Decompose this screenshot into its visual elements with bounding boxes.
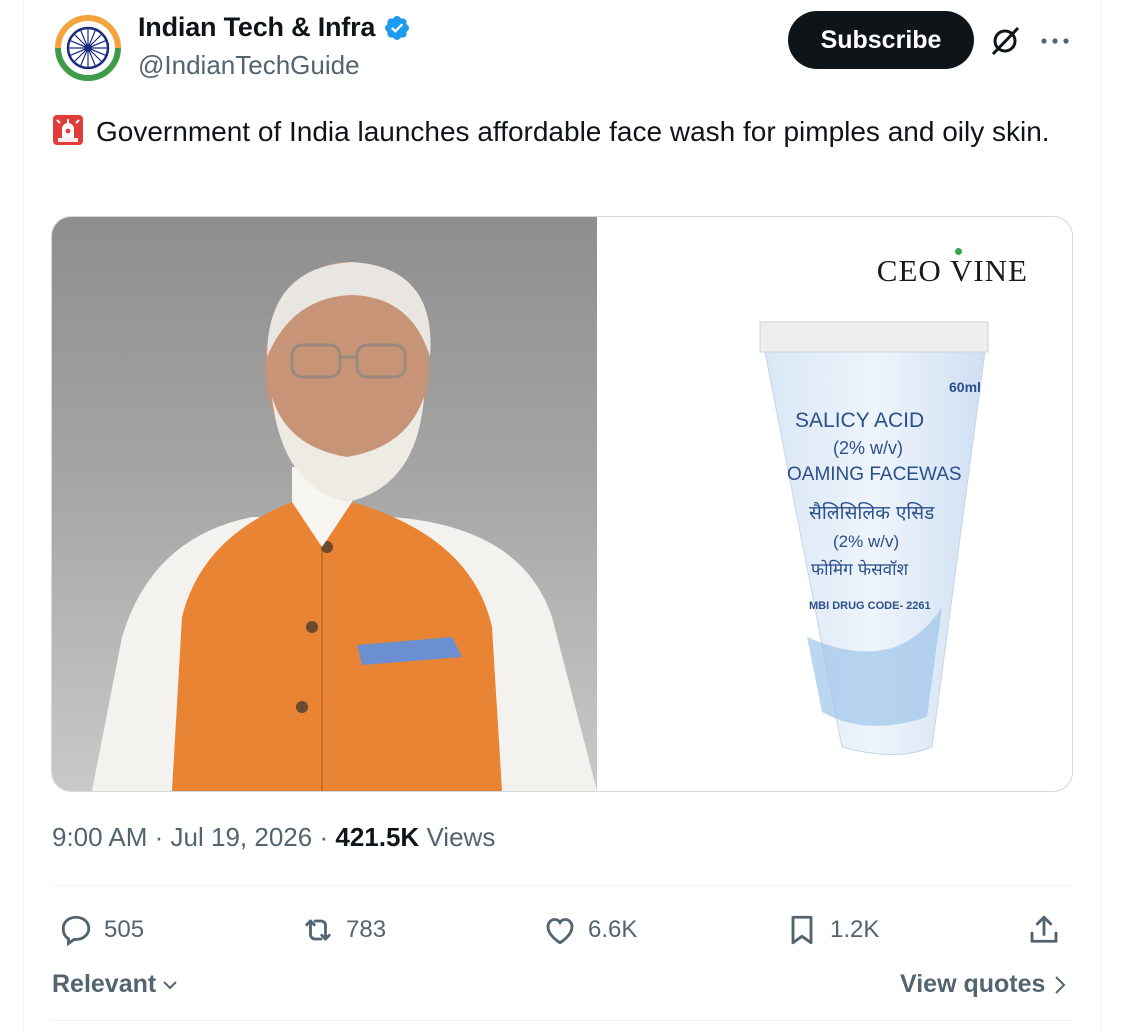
chevron-right-icon — [1055, 975, 1066, 994]
tube-line-6: फोमिंग फेसवॉश — [811, 559, 909, 580]
views-count: 421.5K — [335, 822, 420, 852]
divider-top — [52, 885, 1072, 886]
share-button[interactable] — [1026, 908, 1062, 952]
reply-count: 505 — [104, 916, 145, 943]
share-icon — [1030, 915, 1058, 943]
tweet-time[interactable]: 9:00 AM — [52, 822, 147, 852]
more-icon[interactable] — [1040, 36, 1070, 46]
media-photo-product: CEO VINE 60ml SALICY ACID (2% w/v) OAMIN… — [597, 217, 1072, 791]
media-photo-person — [52, 217, 597, 791]
frame-border-right — [1100, 0, 1101, 1032]
subscribe-button[interactable]: Subscribe — [788, 11, 974, 69]
meta-separator: · — [319, 822, 329, 852]
tube-line-1: SALICY ACID — [795, 409, 924, 432]
sort-label: Relevant — [52, 970, 157, 998]
divider-bottom — [52, 1020, 1072, 1021]
frame-border-left — [23, 0, 24, 1032]
author-display-name[interactable]: Indian Tech & Infra — [138, 12, 375, 43]
ashoka-chakra-avatar-icon — [52, 12, 124, 84]
siren-icon — [53, 115, 83, 145]
view-quotes-link[interactable]: View quotes — [900, 970, 1067, 999]
bookmark-icon — [791, 915, 813, 945]
tweet-text: Government of India launches affordable … — [52, 110, 1062, 153]
view-quotes-label: View quotes — [900, 970, 1046, 998]
tube-line-5: (2% w/v) — [833, 532, 899, 551]
tweet-meta: 9:00 AM · Jul 19, 2026 · 421.5K Views — [52, 822, 495, 853]
like-button[interactable]: 6.6K — [542, 908, 637, 952]
repost-button[interactable]: 783 — [300, 908, 386, 952]
views-label: Views — [426, 822, 496, 852]
meta-separator: · — [154, 822, 164, 852]
tube-line-4: सैलिसिलिक एसिड — [809, 501, 935, 524]
person-illustration — [92, 262, 597, 791]
tweet-date[interactable]: Jul 19, 2026 — [171, 822, 313, 852]
grok-icon[interactable] — [988, 24, 1022, 58]
tube-size-text: 60ml — [949, 379, 981, 395]
tweet-media[interactable]: CEO VINE 60ml SALICY ACID (2% w/v) OAMIN… — [51, 216, 1073, 792]
chevron-down-icon — [163, 980, 177, 989]
reply-icon — [61, 915, 91, 947]
sort-replies-dropdown[interactable]: Relevant — [52, 970, 180, 999]
reply-button[interactable]: 505 — [58, 908, 144, 952]
tube-line-7: MBI DRUG CODE- 2261 — [809, 600, 931, 612]
tube-line-3: OAMING FACEWAS — [787, 464, 962, 485]
verified-badge-icon — [385, 15, 410, 40]
author-handle[interactable]: @IndianTechGuide — [138, 50, 360, 81]
repost-icon — [305, 919, 331, 941]
repost-count: 783 — [346, 916, 387, 943]
tube-line-2: (2% w/v) — [833, 438, 903, 458]
heart-icon — [546, 918, 574, 945]
author-avatar[interactable] — [52, 12, 124, 84]
author-name-row[interactable]: Indian Tech & Infra — [138, 12, 411, 43]
like-count: 6.6K — [588, 916, 638, 943]
bookmark-button[interactable]: 1.2K — [784, 908, 879, 952]
tweet-body: Government of India launches affordable … — [96, 116, 1050, 147]
bookmark-count: 1.2K — [830, 916, 880, 943]
face-wash-tube: 60ml SALICY ACID (2% w/v) OAMING FACEWAS… — [759, 321, 989, 755]
